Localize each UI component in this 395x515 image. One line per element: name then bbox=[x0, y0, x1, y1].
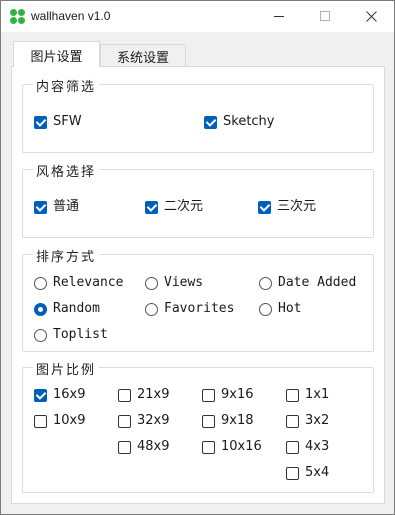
tab-image-settings[interactable]: 图片设置 bbox=[13, 41, 100, 67]
radio-label: Random bbox=[53, 301, 100, 316]
checkbox-label: 1x1 bbox=[305, 387, 330, 402]
checkbox-label: SFW bbox=[53, 114, 82, 129]
tab-system-settings[interactable]: 系统设置 bbox=[100, 44, 186, 67]
checkbox-box[interactable] bbox=[202, 441, 215, 454]
checkbox-label: 16x9 bbox=[53, 387, 86, 402]
checkbox-box[interactable] bbox=[145, 201, 158, 214]
radio-label: Views bbox=[164, 275, 204, 290]
radio-label: Relevance bbox=[53, 275, 124, 290]
checkbox-label: 9x18 bbox=[221, 413, 254, 428]
radio-circle[interactable] bbox=[259, 303, 272, 316]
aspect-ratio-group: 图片比例 16x9 21x9 9x16 1x1 10x9 32x9 9x18 3… bbox=[22, 359, 374, 493]
checkbox-box[interactable] bbox=[34, 415, 47, 428]
checkbox-label: 三次元 bbox=[277, 199, 317, 214]
checkbox-box[interactable] bbox=[258, 201, 271, 214]
close-button[interactable] bbox=[348, 1, 394, 32]
checkbox-label: 3x2 bbox=[305, 413, 330, 428]
maximize-button[interactable] bbox=[302, 1, 348, 32]
checkbox-label: 9x16 bbox=[221, 387, 254, 402]
radio-label: Favorites bbox=[164, 301, 235, 316]
app-window: wallhaven v1.0 图片设置 系统设置 内容筛选 SFW Sketch… bbox=[0, 0, 395, 515]
checkbox-label: Sketchy bbox=[223, 114, 275, 129]
checkbox-label: 10x16 bbox=[221, 439, 262, 454]
checkbox-box[interactable] bbox=[286, 389, 299, 402]
close-icon bbox=[366, 11, 377, 22]
checkbox-label: 5x4 bbox=[305, 465, 330, 480]
radio-label: Hot bbox=[278, 301, 302, 316]
checkbox-box[interactable] bbox=[118, 441, 131, 454]
image-settings-panel: 内容筛选 SFW Sketchy 风格选择 普通 二次元 三次元 排序方式 Re… bbox=[11, 66, 385, 504]
window-title: wallhaven v1.0 bbox=[31, 9, 111, 23]
style-select-title: 风格选择 bbox=[33, 161, 100, 180]
checkbox-box[interactable] bbox=[34, 389, 47, 402]
checkbox-box[interactable] bbox=[202, 415, 215, 428]
radio-label: Toplist bbox=[53, 327, 108, 342]
checkbox-box[interactable] bbox=[204, 116, 217, 129]
checkbox-box[interactable] bbox=[118, 389, 131, 402]
checkbox-box[interactable] bbox=[34, 116, 47, 129]
radio-circle[interactable] bbox=[34, 329, 47, 342]
checkbox-label: 10x9 bbox=[53, 413, 86, 428]
radio-circle[interactable] bbox=[34, 277, 47, 290]
checkbox-box[interactable] bbox=[286, 467, 299, 480]
minimize-button[interactable] bbox=[256, 1, 302, 32]
sort-method-title: 排序方式 bbox=[33, 246, 100, 265]
checkbox-box[interactable] bbox=[286, 415, 299, 428]
content-filter-group: 内容筛选 SFW Sketchy bbox=[22, 76, 374, 153]
clover-icon bbox=[10, 9, 25, 24]
radio-circle[interactable] bbox=[259, 277, 272, 290]
aspect-ratio-title: 图片比例 bbox=[33, 359, 100, 378]
checkbox-box[interactable] bbox=[118, 415, 131, 428]
radio-label: Date Added bbox=[278, 275, 357, 290]
checkbox-label: 32x9 bbox=[137, 413, 170, 428]
content-filter-title: 内容筛选 bbox=[33, 76, 100, 95]
checkbox-box[interactable] bbox=[34, 201, 47, 214]
checkbox-box[interactable] bbox=[202, 389, 215, 402]
checkbox-label: 4x3 bbox=[305, 439, 330, 454]
checkbox-label: 二次元 bbox=[164, 199, 204, 214]
title-bar[interactable]: wallhaven v1.0 bbox=[1, 1, 394, 32]
checkbox-label: 普通 bbox=[53, 199, 80, 214]
checkbox-label: 21x9 bbox=[137, 387, 170, 402]
sort-method-group: 排序方式 Relevance Views Date Added Random F… bbox=[22, 246, 374, 352]
style-select-group: 风格选择 普通 二次元 三次元 bbox=[22, 161, 374, 238]
checkbox-box[interactable] bbox=[286, 441, 299, 454]
radio-circle[interactable] bbox=[34, 303, 47, 316]
checkbox-label: 48x9 bbox=[137, 439, 170, 454]
radio-circle[interactable] bbox=[145, 303, 158, 316]
radio-circle[interactable] bbox=[145, 277, 158, 290]
